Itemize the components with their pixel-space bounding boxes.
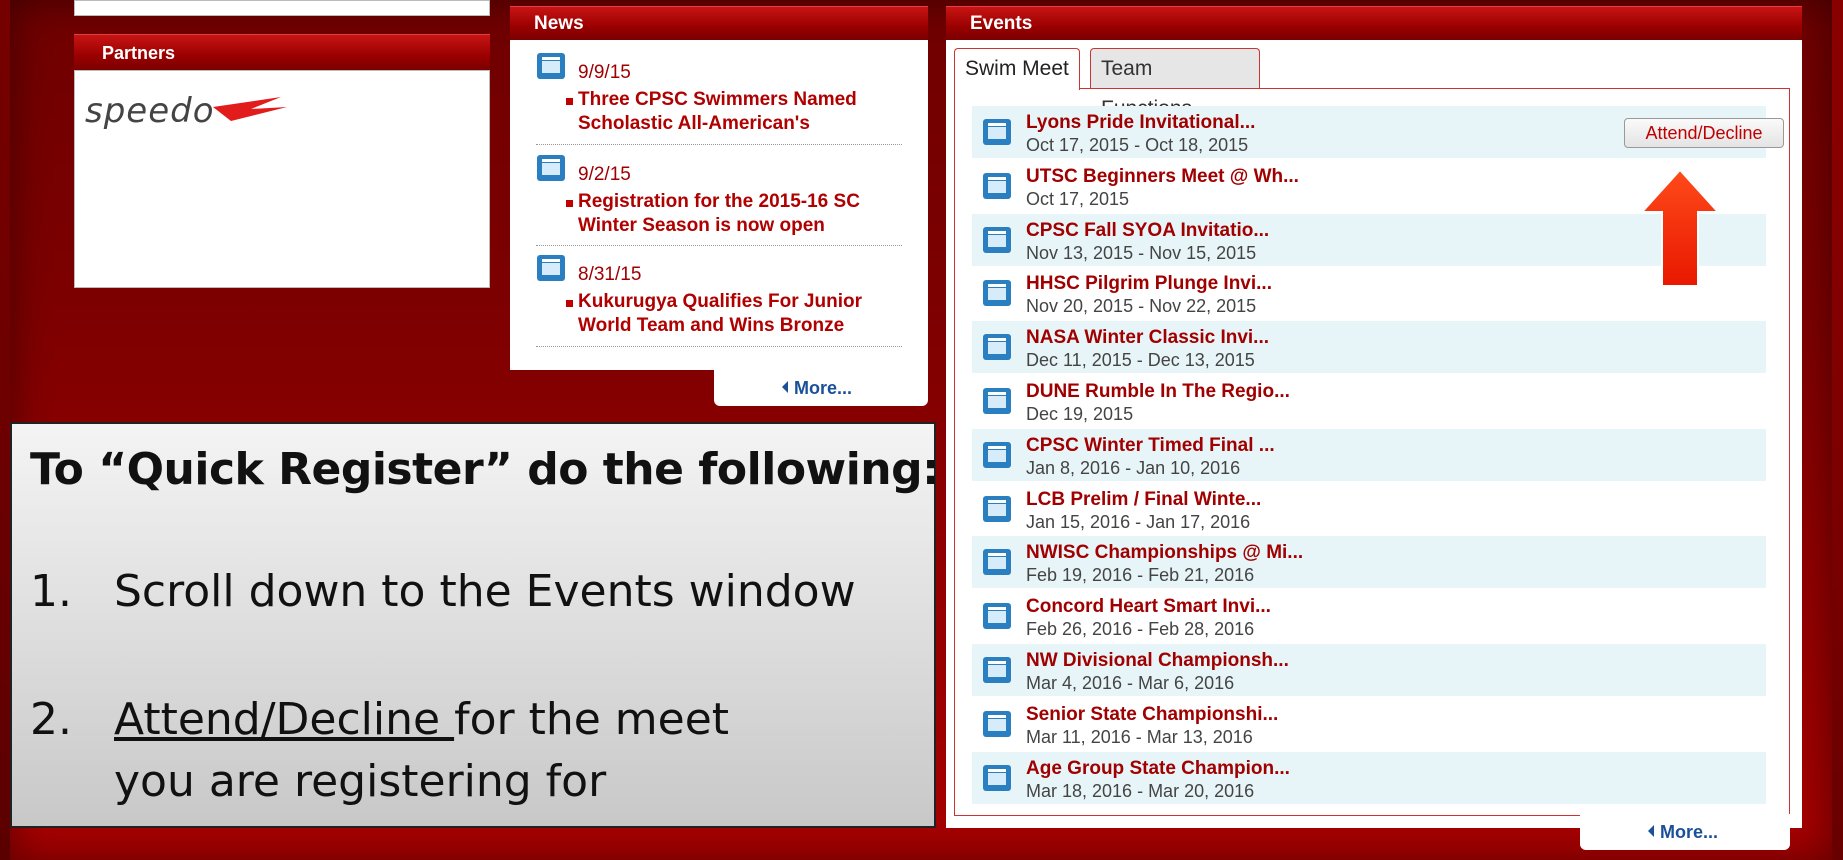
caret-left-icon [1648,825,1654,837]
news-headline[interactable]: Three CPSC Swimmers Named Scholastic All… [578,88,908,136]
event-title[interactable]: LCB Prelim / Final Winte... [1026,489,1261,511]
event-title[interactable]: Senior State Championshi... [1026,704,1278,726]
event-row[interactable]: LCB Prelim / Final Winte... Jan 15, 2016 … [972,483,1766,535]
speedo-logo-text: speedo [85,91,215,131]
speedo-swoosh-icon [213,97,287,121]
bullet-icon [566,300,573,307]
calendar-icon [983,119,1011,145]
events-more-tab: More... [1580,814,1790,850]
tab-team-functions[interactable]: Team Functions [1090,48,1260,120]
partners-header: Partners [74,34,490,70]
calendar-icon [983,549,1011,575]
calendar-icon [983,496,1011,522]
events-panel: Swim Meet Team Functions Lyons Pride Inv… [946,40,1802,828]
event-row[interactable]: NASA Winter Classic Invi... Dec 11, 2015 … [972,321,1766,373]
event-dates: Nov 13, 2015 - Nov 15, 2015 [1026,243,1257,263]
step-text-rest: for the meet [454,694,730,745]
event-title[interactable]: NW Divisional Championsh... [1026,650,1289,672]
red-up-arrow-icon [1640,168,1720,287]
event-dates: Jan 8, 2016 - Jan 10, 2016 [1026,458,1241,478]
tab-swim-meet[interactable]: Swim Meet [954,48,1080,90]
event-dates: Mar 4, 2016 - Mar 6, 2016 [1026,673,1235,693]
event-title[interactable]: CPSC Winter Timed Final ... [1026,435,1275,457]
event-dates: Jan 15, 2016 - Jan 17, 2016 [1026,512,1251,532]
news-more-tab: More... [714,370,928,406]
calendar-icon [983,280,1011,306]
events-header: Events [946,6,1802,40]
calendar-icon [983,334,1011,360]
event-dates: Mar 11, 2016 - Mar 13, 2016 [1026,727,1253,747]
calendar-icon [983,711,1011,737]
step-text: Attend/Decline for the meet [114,694,729,745]
event-dates: Feb 19, 2016 - Feb 21, 2016 [1026,565,1255,585]
news-divider [536,245,902,246]
speedo-logo[interactable]: speedo [85,91,287,131]
event-row[interactable]: DUNE Rumble In The Regio... Dec 19, 2015 [972,375,1766,427]
news-date: 8/31/15 [578,264,642,285]
news-panel: 9/9/15 Three CPSC Swimmers Named Scholas… [510,40,928,370]
event-title[interactable]: DUNE Rumble In The Regio... [1026,381,1290,403]
event-row[interactable]: Age Group State Champion... Mar 18, 2016 … [972,752,1766,804]
news-headline[interactable]: Kukurugya Qualifies For Junior World Tea… [578,290,908,338]
event-title[interactable]: HHSC Pilgrim Plunge Invi... [1026,273,1272,295]
event-dates: Oct 17, 2015 - Oct 18, 2015 [1026,135,1249,155]
top-left-box [74,0,490,16]
step-text: Scroll down to the Events window [114,566,856,617]
news-title: News [534,13,584,34]
partners-title: Partners [102,43,176,63]
event-dates: Mar 18, 2016 - Mar 20, 2016 [1026,781,1255,801]
step-text: you are registering for [114,756,607,807]
calendar-icon [537,155,565,181]
calendar-icon [983,765,1011,791]
event-row[interactable]: NW Divisional Championsh... Mar 4, 2016 -… [972,644,1766,696]
news-date: 9/2/15 [578,164,631,185]
step-number: 2. [30,694,72,745]
event-row[interactable]: Concord Heart Smart Invi... Feb 26, 2016 … [972,590,1766,642]
event-row[interactable]: Senior State Championshi... Mar 11, 2016 … [972,698,1766,750]
bullet-icon [566,98,573,105]
event-title[interactable]: UTSC Beginners Meet @ Wh... [1026,166,1299,188]
calendar-icon [983,227,1011,253]
partners-panel: speedo [74,70,490,288]
event-dates: Dec 19, 2015 [1026,404,1134,424]
calendar-icon [537,53,565,79]
event-title[interactable]: NWISC Championships @ Mi... [1026,542,1303,564]
event-title[interactable]: Age Group State Champion... [1026,758,1290,780]
event-row[interactable]: CPSC Winter Timed Final ... Jan 8, 2016 -… [972,429,1766,481]
events-more-link[interactable]: More... [1648,822,1718,843]
step-number: 1. [30,566,72,617]
news-divider [536,346,902,347]
event-title[interactable]: CPSC Fall SYOA Invitatio... [1026,220,1269,242]
calendar-icon [983,442,1011,468]
caret-left-icon [782,381,788,393]
news-date: 9/9/15 [578,62,631,83]
news-divider [536,144,902,145]
event-title[interactable]: NASA Winter Classic Invi... [1026,327,1269,349]
calendar-icon [983,657,1011,683]
bullet-icon [566,200,573,207]
event-title[interactable]: Lyons Pride Invitational... [1026,112,1255,134]
calendar-icon [537,255,565,281]
event-dates: Feb 26, 2016 - Feb 28, 2016 [1026,619,1255,639]
news-header: News [510,6,928,40]
news-more-link[interactable]: More... [782,378,852,399]
event-dates: Dec 11, 2015 - Dec 13, 2015 [1026,350,1255,370]
event-row[interactable]: Lyons Pride Invitational... Oct 17, 2015 … [972,106,1784,158]
instruction-heading: To “Quick Register” do the following: [30,444,940,495]
attend-decline-button[interactable]: Attend/Decline [1624,118,1784,148]
calendar-icon [983,603,1011,629]
event-title[interactable]: Concord Heart Smart Invi... [1026,596,1271,618]
event-dates: Nov 20, 2015 - Nov 22, 2015 [1026,296,1257,316]
events-title: Events [970,13,1033,34]
instruction-callout: To “Quick Register” do the following: 1.… [10,422,940,828]
event-row[interactable]: NWISC Championships @ Mi... Feb 19, 2016 … [972,536,1766,588]
calendar-icon [983,173,1011,199]
calendar-icon [983,388,1011,414]
step-link-attend-decline: Attend/Decline [114,694,455,745]
event-dates: Oct 17, 2015 [1026,189,1130,209]
news-headline[interactable]: Registration for the 2015-16 SC Winter S… [578,190,908,238]
